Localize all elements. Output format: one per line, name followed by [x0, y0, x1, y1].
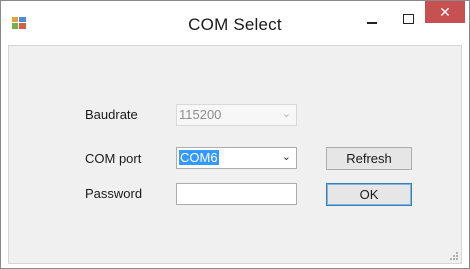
minimize-button[interactable] — [358, 7, 386, 31]
comport-label: COM port — [85, 151, 142, 166]
close-button[interactable]: ✕ — [425, 1, 465, 23]
dialog-client-area: Baudrate 115200 ⌄ COM port COM6 ⌄ Refres… — [8, 45, 462, 264]
baudrate-label: Baudrate — [85, 107, 138, 122]
minimize-icon — [367, 22, 377, 24]
resize-grip-icon[interactable] — [448, 250, 458, 260]
ok-button[interactable]: OK — [326, 183, 412, 206]
chevron-down-icon[interactable]: ⌄ — [282, 150, 291, 163]
title-bar[interactable]: COM Select ✕ — [1, 1, 469, 45]
baudrate-combobox: 115200 ⌄ — [176, 104, 297, 126]
close-icon: ✕ — [439, 3, 451, 20]
comport-value: COM6 — [179, 150, 219, 165]
com-select-window: COM Select ✕ Baudrate 115200 ⌄ COM port … — [0, 0, 470, 269]
comport-combobox[interactable]: COM6 ⌄ — [176, 147, 297, 169]
password-label: Password — [85, 186, 143, 201]
baudrate-value: 115200 — [179, 107, 222, 122]
maximize-icon — [402, 14, 414, 24]
password-field[interactable] — [176, 183, 297, 205]
refresh-button[interactable]: Refresh — [326, 147, 412, 170]
maximize-button[interactable] — [394, 7, 422, 31]
chevron-down-icon: ⌄ — [281, 108, 291, 120]
